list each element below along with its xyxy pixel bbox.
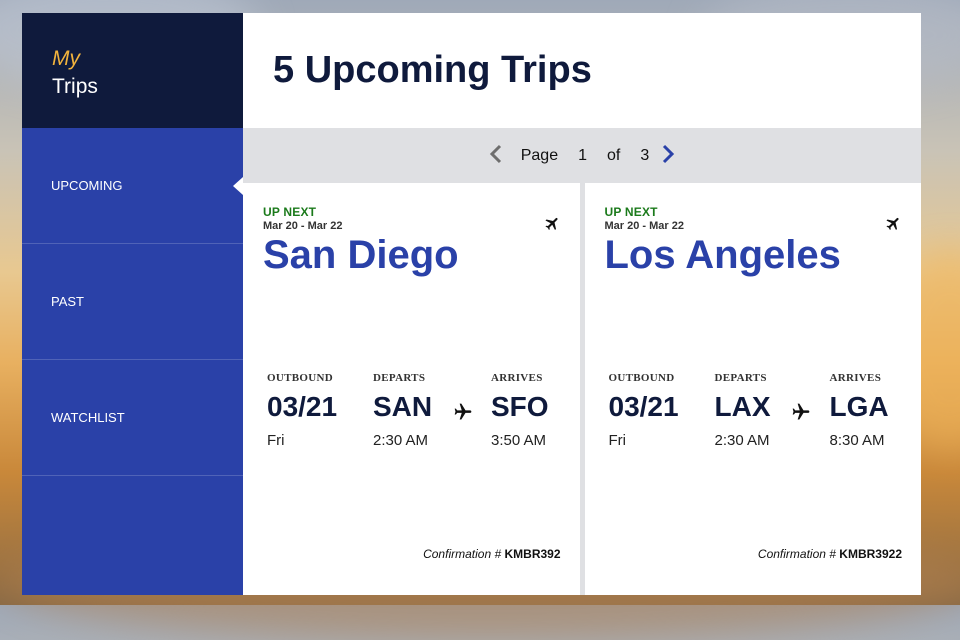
up-next-badge: UP NEXT — [263, 205, 317, 219]
outbound-date: 03/21 — [608, 391, 679, 422]
brand-my: My — [52, 47, 80, 70]
confirmation: Confirmation # KMBR392 — [423, 547, 560, 561]
airplane-icon — [792, 403, 809, 420]
outbound-column: OUTBOUND 03/21 Fri — [267, 372, 373, 449]
page-label: Page — [520, 146, 559, 164]
outbound-day: Fri — [267, 432, 285, 449]
confirmation-label: Confirmation # — [423, 547, 502, 561]
arrives-label: ARRIVES — [491, 372, 543, 384]
destination-city: San Diego — [263, 233, 459, 277]
airplane-icon — [544, 217, 558, 231]
sidebar: My Trips UPCOMING PAST WATCHLIST — [22, 13, 243, 595]
brand-trips: Trips — [52, 75, 98, 98]
departure-airport: LAX — [714, 391, 771, 422]
confirmation-code: KMBR3922 — [839, 547, 902, 561]
app-window: My Trips UPCOMING PAST WATCHLIST 5 Upcom… — [22, 13, 921, 595]
trip-dates: Mar 20 - Mar 22 — [604, 220, 684, 232]
arrives-column: ARRIVES SFO 3:50 AM — [491, 372, 549, 449]
outbound-day: Fri — [608, 432, 627, 449]
arrives-label: ARRIVES — [829, 372, 882, 384]
sidebar-item-watchlist[interactable]: WATCHLIST — [22, 360, 243, 476]
departs-column: DEPARTS SAN 2:30 AM — [373, 372, 491, 449]
trip-cards: UP NEXT Mar 20 - Mar 22 San Diego OUTBOU… — [243, 183, 921, 595]
departure-time: 2:30 AM — [714, 432, 770, 449]
departure-time: 2:30 AM — [373, 432, 429, 449]
brand-logo: My Trips — [22, 13, 243, 128]
arrives-column: ARRIVES LGA 8:30 AM — [830, 372, 889, 449]
outbound-column: OUTBOUND 03/21 Fri — [609, 372, 715, 449]
pagination: Page 1 of 3 — [243, 128, 921, 183]
trip-card[interactable]: UP NEXT Mar 20 - Mar 22 Los Angeles OUTB… — [584, 183, 921, 595]
arrival-airport: LGA — [829, 391, 889, 422]
arrival-time: 8:30 AM — [829, 432, 885, 449]
outbound-label: OUTBOUND — [608, 372, 675, 384]
arrival-time: 3:50 AM — [491, 432, 547, 449]
outbound-date: 03/21 — [267, 391, 338, 422]
flight-leg: OUTBOUND 03/21 Fri DEPARTS SAN 2:30 AM A… — [267, 372, 560, 449]
airplane-icon — [454, 403, 472, 420]
outbound-label: OUTBOUND — [267, 372, 333, 384]
sidebar-item-label: PAST — [51, 294, 84, 309]
chevron-left-icon[interactable] — [489, 144, 503, 168]
sidebar-item-label: WATCHLIST — [51, 410, 125, 425]
flight-leg: OUTBOUND 03/21 Fri DEPARTS LAX 2:30 AM A… — [609, 372, 902, 449]
departs-column: DEPARTS LAX 2:30 AM — [715, 372, 830, 449]
trip-card[interactable]: UP NEXT Mar 20 - Mar 22 San Diego OUTBOU… — [243, 183, 580, 595]
arrival-airport: SFO — [491, 391, 549, 422]
sidebar-item-past[interactable]: PAST — [22, 244, 243, 360]
up-next-badge: UP NEXT — [604, 205, 658, 219]
trip-dates: Mar 20 - Mar 22 — [263, 220, 343, 232]
departure-airport: SAN — [373, 391, 433, 422]
departs-label: DEPARTS — [373, 372, 426, 384]
confirmation-label: Confirmation # — [757, 547, 836, 561]
chevron-right-icon[interactable] — [661, 144, 675, 168]
sidebar-item-label: UPCOMING — [51, 178, 123, 193]
confirmation: Confirmation # KMBR3922 — [758, 547, 902, 561]
destination-city: Los Angeles — [604, 233, 841, 277]
departs-label: DEPARTS — [714, 372, 767, 384]
total-pages: 3 — [640, 146, 650, 164]
confirmation-code: KMBR392 — [504, 547, 561, 561]
of-label: of — [607, 146, 621, 164]
airplane-icon — [886, 217, 899, 231]
page-header: 5 Upcoming Trips — [243, 13, 921, 128]
main-content: 5 Upcoming Trips Page 1 of 3 UP NEXT Mar… — [243, 13, 921, 595]
page-title: 5 Upcoming Trips — [273, 49, 592, 91]
sidebar-item-upcoming[interactable]: UPCOMING — [22, 128, 243, 244]
current-page: 1 — [578, 146, 588, 164]
